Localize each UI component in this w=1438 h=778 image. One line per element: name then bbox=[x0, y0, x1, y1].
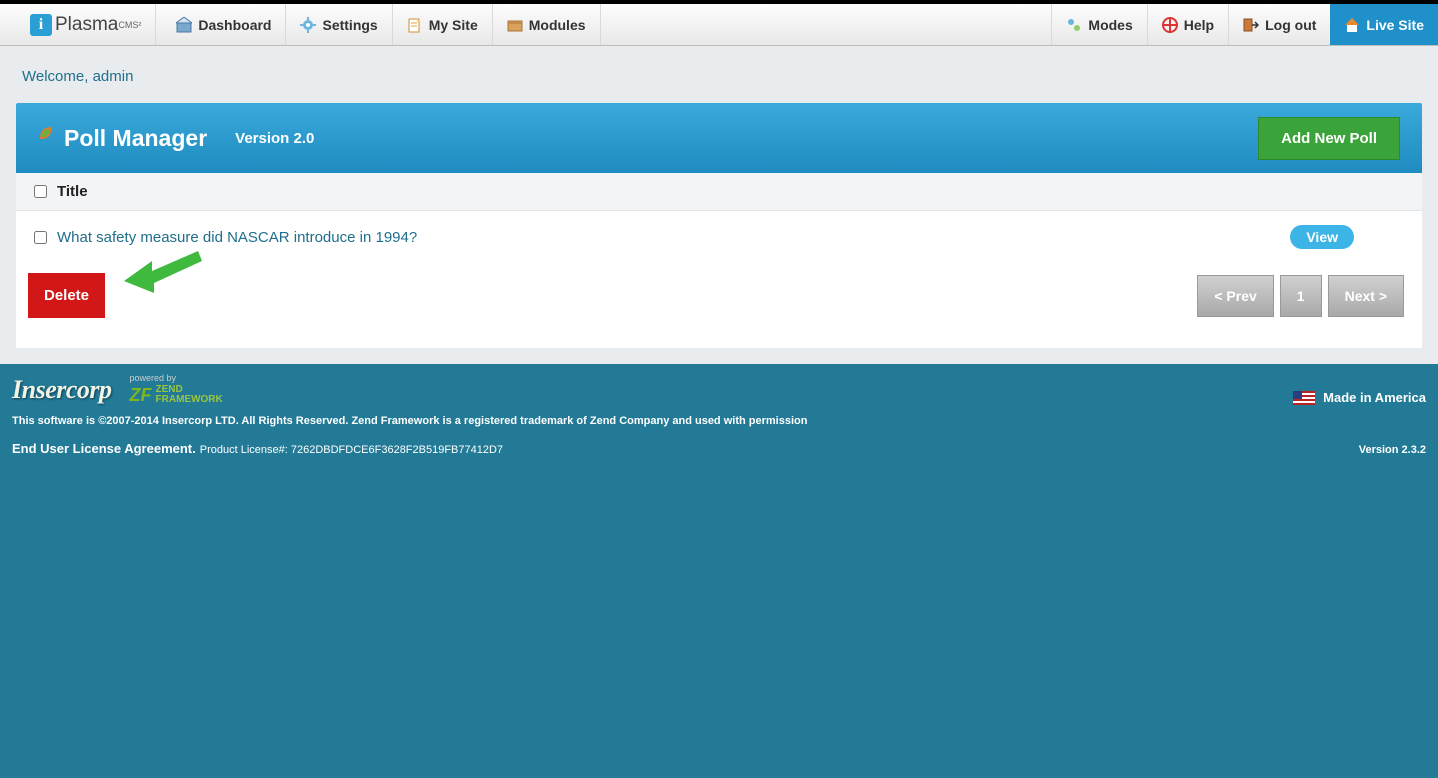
zend-badge[interactable]: powered by ZF ZEND FRAMEWORK bbox=[130, 374, 223, 405]
nav-item-label: Help bbox=[1184, 17, 1214, 33]
eula-link[interactable]: End User License Agreement. bbox=[12, 441, 196, 456]
nav-item-label: My Site bbox=[429, 17, 478, 33]
annotation-arrow-icon bbox=[124, 243, 204, 303]
nav-help[interactable]: Help bbox=[1147, 4, 1228, 45]
nav-modes[interactable]: Modes bbox=[1051, 4, 1146, 45]
brand-name: Plasma bbox=[55, 14, 118, 36]
panel-footer: Delete < Prev 1 Next > bbox=[16, 263, 1422, 348]
page-footer: Insercorp powered by ZF ZEND FRAMEWORK M… bbox=[0, 364, 1438, 464]
row-checkbox[interactable] bbox=[34, 231, 47, 244]
nav-item-label: Modes bbox=[1088, 17, 1132, 33]
pager-next-button[interactable]: Next > bbox=[1328, 275, 1404, 317]
nav-logout[interactable]: Log out bbox=[1228, 4, 1330, 45]
nav-item-label: Log out bbox=[1265, 17, 1316, 33]
add-new-poll-button[interactable]: Add New Poll bbox=[1258, 117, 1400, 160]
product-license: Product License#: 7262DBDFDCE6F3628F2B51… bbox=[200, 444, 503, 456]
nav-left-group: Dashboard Settings My Site Modules bbox=[162, 4, 600, 45]
nav-item-label: Modules bbox=[529, 17, 586, 33]
table-header-row: Title bbox=[16, 173, 1422, 211]
copyright-text: This software is ©2007-2014 Insercorp LT… bbox=[12, 415, 1426, 427]
panel-title: Poll Manager bbox=[64, 125, 207, 152]
poll-title-link[interactable]: What safety measure did NASCAR introduce… bbox=[57, 229, 417, 246]
dashboard-icon bbox=[176, 17, 192, 33]
nav-item-label: Live Site bbox=[1366, 17, 1424, 33]
insercorp-logo[interactable]: Insercorp bbox=[12, 375, 112, 405]
nav-dashboard[interactable]: Dashboard bbox=[162, 4, 286, 45]
mysite-icon bbox=[407, 17, 423, 33]
view-button[interactable]: View bbox=[1290, 225, 1354, 249]
nav-item-label: Dashboard bbox=[198, 17, 271, 33]
main-navbar: i Plasma CMS² Dashboard Settings My Site… bbox=[0, 4, 1438, 46]
nav-livesite[interactable]: Live Site bbox=[1330, 4, 1438, 45]
footer-top-row: Insercorp powered by ZF ZEND FRAMEWORK M… bbox=[12, 374, 1426, 405]
made-in-america: Made in America bbox=[1293, 390, 1426, 405]
pagination: < Prev 1 Next > bbox=[1197, 275, 1404, 317]
eula-row: End User License Agreement. Product Lice… bbox=[12, 441, 1426, 456]
brand-suffix: CMS² bbox=[118, 20, 141, 30]
modes-icon bbox=[1066, 17, 1082, 33]
made-in-america-label: Made in America bbox=[1323, 390, 1426, 405]
settings-icon bbox=[300, 17, 316, 33]
welcome-text: Welcome, admin bbox=[22, 68, 1422, 85]
delete-button[interactable]: Delete bbox=[28, 273, 105, 318]
content-area: Welcome, admin Poll Manager Version 2.0 … bbox=[0, 46, 1438, 364]
nav-item-label: Settings bbox=[322, 17, 377, 33]
us-flag-icon bbox=[1293, 391, 1315, 405]
logout-icon bbox=[1243, 17, 1259, 33]
table-row: What safety measure did NASCAR introduce… bbox=[16, 211, 1422, 263]
nav-right-group: Modes Help Log out Live Site bbox=[1051, 4, 1438, 45]
help-icon bbox=[1162, 17, 1178, 33]
brand-logo[interactable]: i Plasma CMS² bbox=[30, 4, 156, 45]
nav-modules[interactable]: Modules bbox=[493, 4, 601, 45]
brand-logo-icon: i bbox=[30, 14, 52, 36]
poll-manager-panel: Poll Manager Version 2.0 Add New Poll Ti… bbox=[16, 103, 1422, 348]
panel-version: Version 2.0 bbox=[235, 130, 314, 147]
zend-logo-icon: ZF bbox=[130, 386, 152, 404]
powered-by-label: powered by bbox=[130, 374, 223, 383]
module-leaf-icon bbox=[38, 123, 56, 141]
column-header-title: Title bbox=[57, 183, 88, 200]
footer-version: Version 2.3.2 bbox=[1359, 444, 1426, 456]
pager-prev-button[interactable]: < Prev bbox=[1197, 275, 1273, 317]
panel-header: Poll Manager Version 2.0 Add New Poll bbox=[16, 103, 1422, 173]
modules-icon bbox=[507, 17, 523, 33]
select-all-checkbox[interactable] bbox=[34, 185, 47, 198]
nav-settings[interactable]: Settings bbox=[286, 4, 392, 45]
home-icon bbox=[1344, 17, 1360, 33]
nav-mysite[interactable]: My Site bbox=[393, 4, 493, 45]
zend-text-bottom: FRAMEWORK bbox=[156, 395, 223, 405]
pager-page-button[interactable]: 1 bbox=[1280, 275, 1322, 317]
